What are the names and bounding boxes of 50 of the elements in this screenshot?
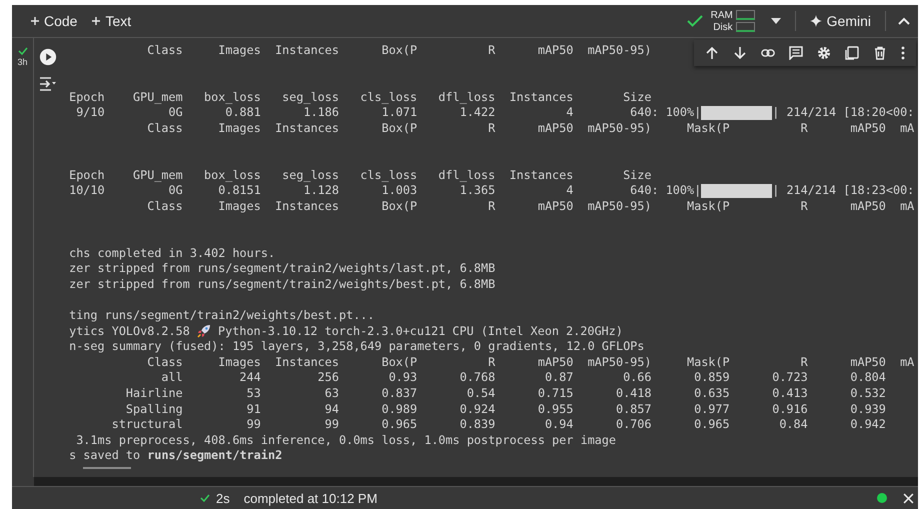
add-cell-button[interactable]: Text [87,11,136,31]
delete-icon[interactable] [873,46,887,60]
output-line: Epoch GPU_mem box_loss seg_loss cls_loss dfl_loss Instances Size [68,90,652,106]
resources-indicator[interactable]: RAM Disk [710,10,755,32]
output-line: Python-3.10.12 torch-2.3.0+cu121 CPU (Intel Xeon 2.20GHz) [218,324,623,340]
output-line: structural 99 99 0.965 0.839 0.94 0.706 0.965 0.84 0.942 [110,417,886,433]
check-icon [686,15,703,27]
output-line: Class Images Instances Box(P R mAP50 mAP50-95) Mask(P R mAP50 mA [146,120,914,137]
connection-status-icon [877,493,887,503]
output-line: ytics YOLOv8.2.58 [68,324,190,340]
output-line: ting runs/segment/train2/weights/best.pt... [68,308,375,324]
more-icon[interactable] [901,46,905,60]
comment-icon[interactable] [789,46,803,60]
output-line: Hairline 53 63 0.837 0.54 0.715 0.418 0.635 0.413 0.532 [124,386,886,402]
output-line: Spalling 91 94 0.989 0.924 0.955 0.857 0.977 0.916 0.939 [124,402,886,418]
output-line: zer stripped from runs/segment/train2/weights/last.pt, 6.8MB [68,261,496,277]
plus-icon [30,16,40,26]
plus-icon [91,16,102,26]
close-icon[interactable] [903,492,914,504]
sparkle-icon [810,15,822,27]
arrow-down-icon[interactable] [733,46,747,60]
check-icon [200,494,210,502]
output-line: n-seg summary (fused): 195 layers, 3,258,649 parameters, 0 gradients, 12.0 GFLOPs [68,339,644,355]
run-duration: 2s [216,490,230,506]
chevron-up-icon[interactable] [898,17,910,25]
caret-icon[interactable] [770,18,781,24]
output-line: Class Images Instances Box(P R mAP50 mAP50-95) [146,43,652,59]
output-line: | 214/214 [18:20<00: [772,105,914,121]
output-line: Class Images Instances Box(P R mAP50 mAP50-95) Mask(P R mAP50 mA [146,198,914,215]
rocket-icon [196,324,211,338]
output-line: 9/10 0G 0.881 1.186 1.071 1.422 4 640: 100%| [75,105,702,121]
output-line: zer stripped from runs/segment/train2/weights/best.pt, 6.8MB [68,276,496,292]
output-line: 10/10 0G 0.8151 1.128 1.003 1.365 4 640: 100%| [68,183,702,199]
output-options-icon[interactable] [39,76,57,92]
output-line: 3.1ms preprocess, 408.6ms inference, 0.0ms loss, 1.0ms postprocess per image [75,432,616,448]
gemini-button[interactable]: Gemini [804,11,877,31]
output-line: chs completed in 3.402 hours. [68,246,276,262]
link-icon[interactable] [761,46,775,60]
add-cell-button[interactable]: Code [26,11,82,31]
arrow-up-icon[interactable] [705,46,719,60]
output-line: Class Images Instances Box(P R mAP50 mAP50-95) Mask(P R mAP50 mA [146,354,914,370]
settings-icon[interactable] [817,46,831,60]
run-button[interactable] [39,48,57,66]
status-message: completed at 10:12 PM [244,490,378,506]
output-line: | 214/214 [18:23<00: [772,183,914,199]
output-line: s saved to runs/segment/train2 [68,448,282,464]
elapsed-time: 3h [17,57,28,67]
output-line: all 244 256 0.93 0.768 0.87 0.66 0.859 0.723 0.804 [160,370,886,386]
output-line: Epoch GPU_mem box_loss seg_loss cls_loss dfl_loss Instances Size [68,168,652,184]
check-icon [18,47,28,55]
